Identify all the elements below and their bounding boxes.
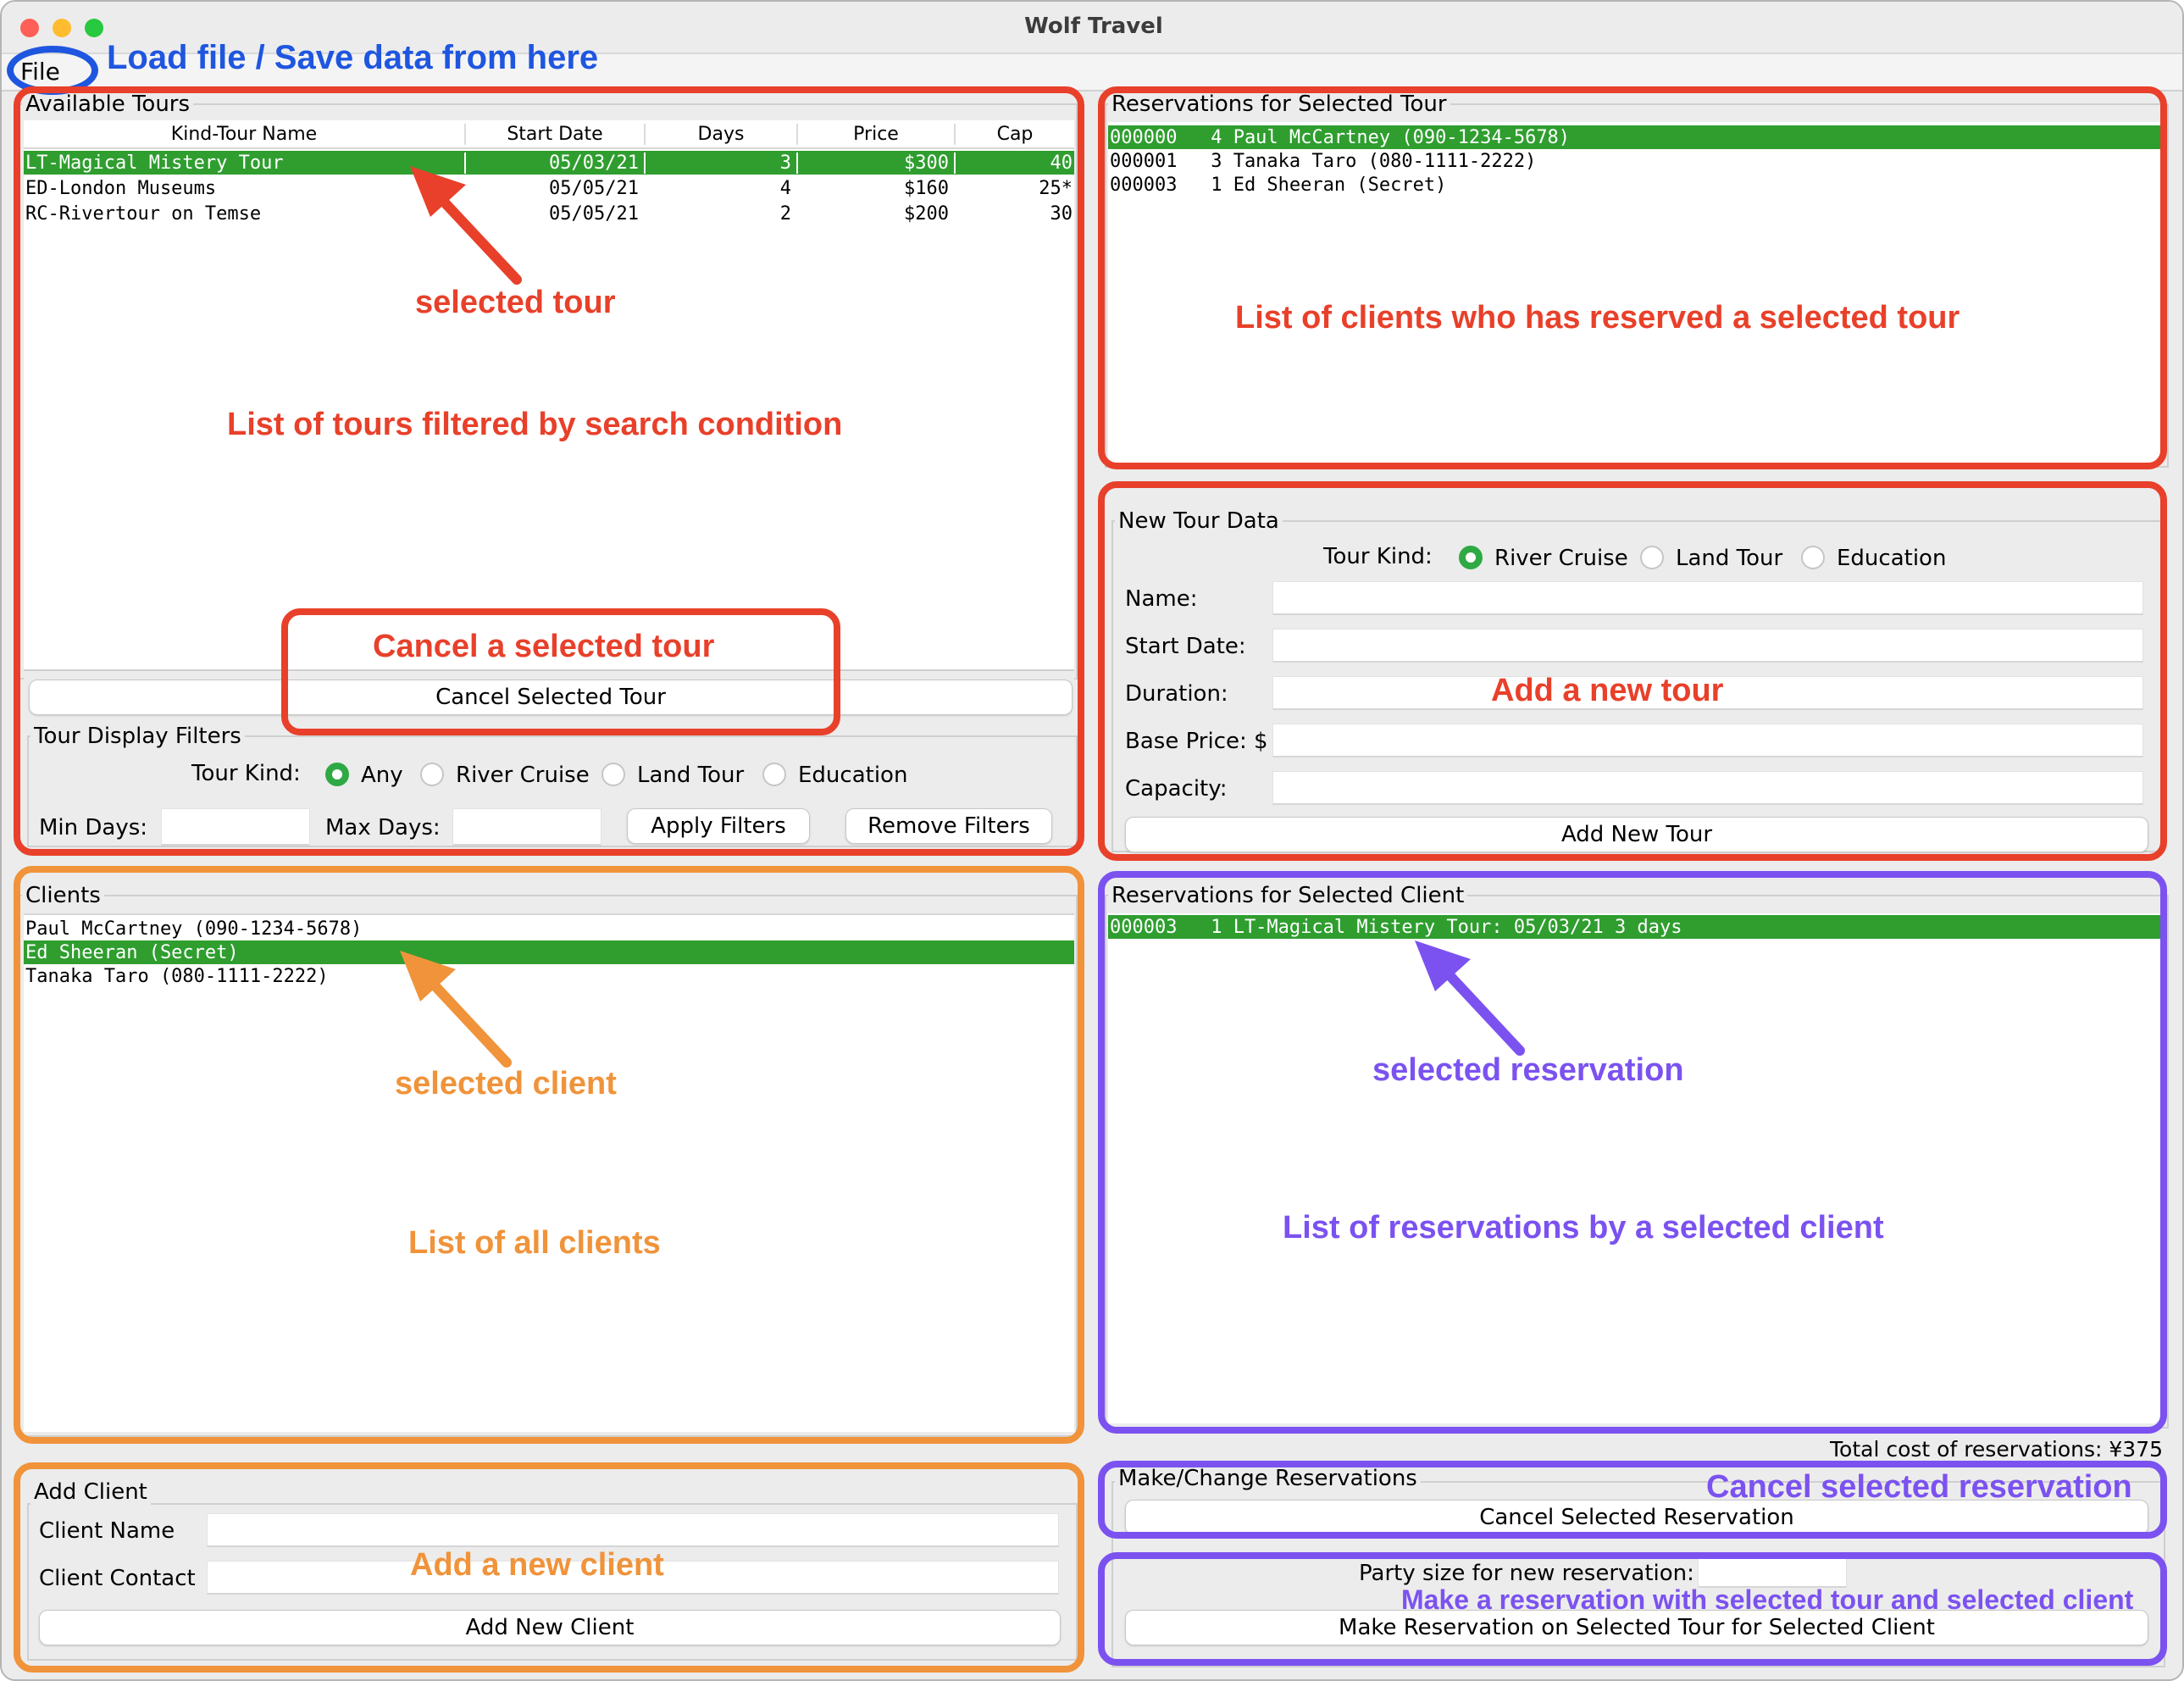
selected-tour-arrow-icon <box>410 166 522 285</box>
annotation-arrows <box>400 166 1525 1068</box>
selected-reservation-arrow-icon <box>1415 940 1525 1056</box>
app-window: Wolf Travel File Available Tours Kind-To… <box>0 0 2184 1681</box>
selected-client-arrow-icon <box>400 951 512 1068</box>
